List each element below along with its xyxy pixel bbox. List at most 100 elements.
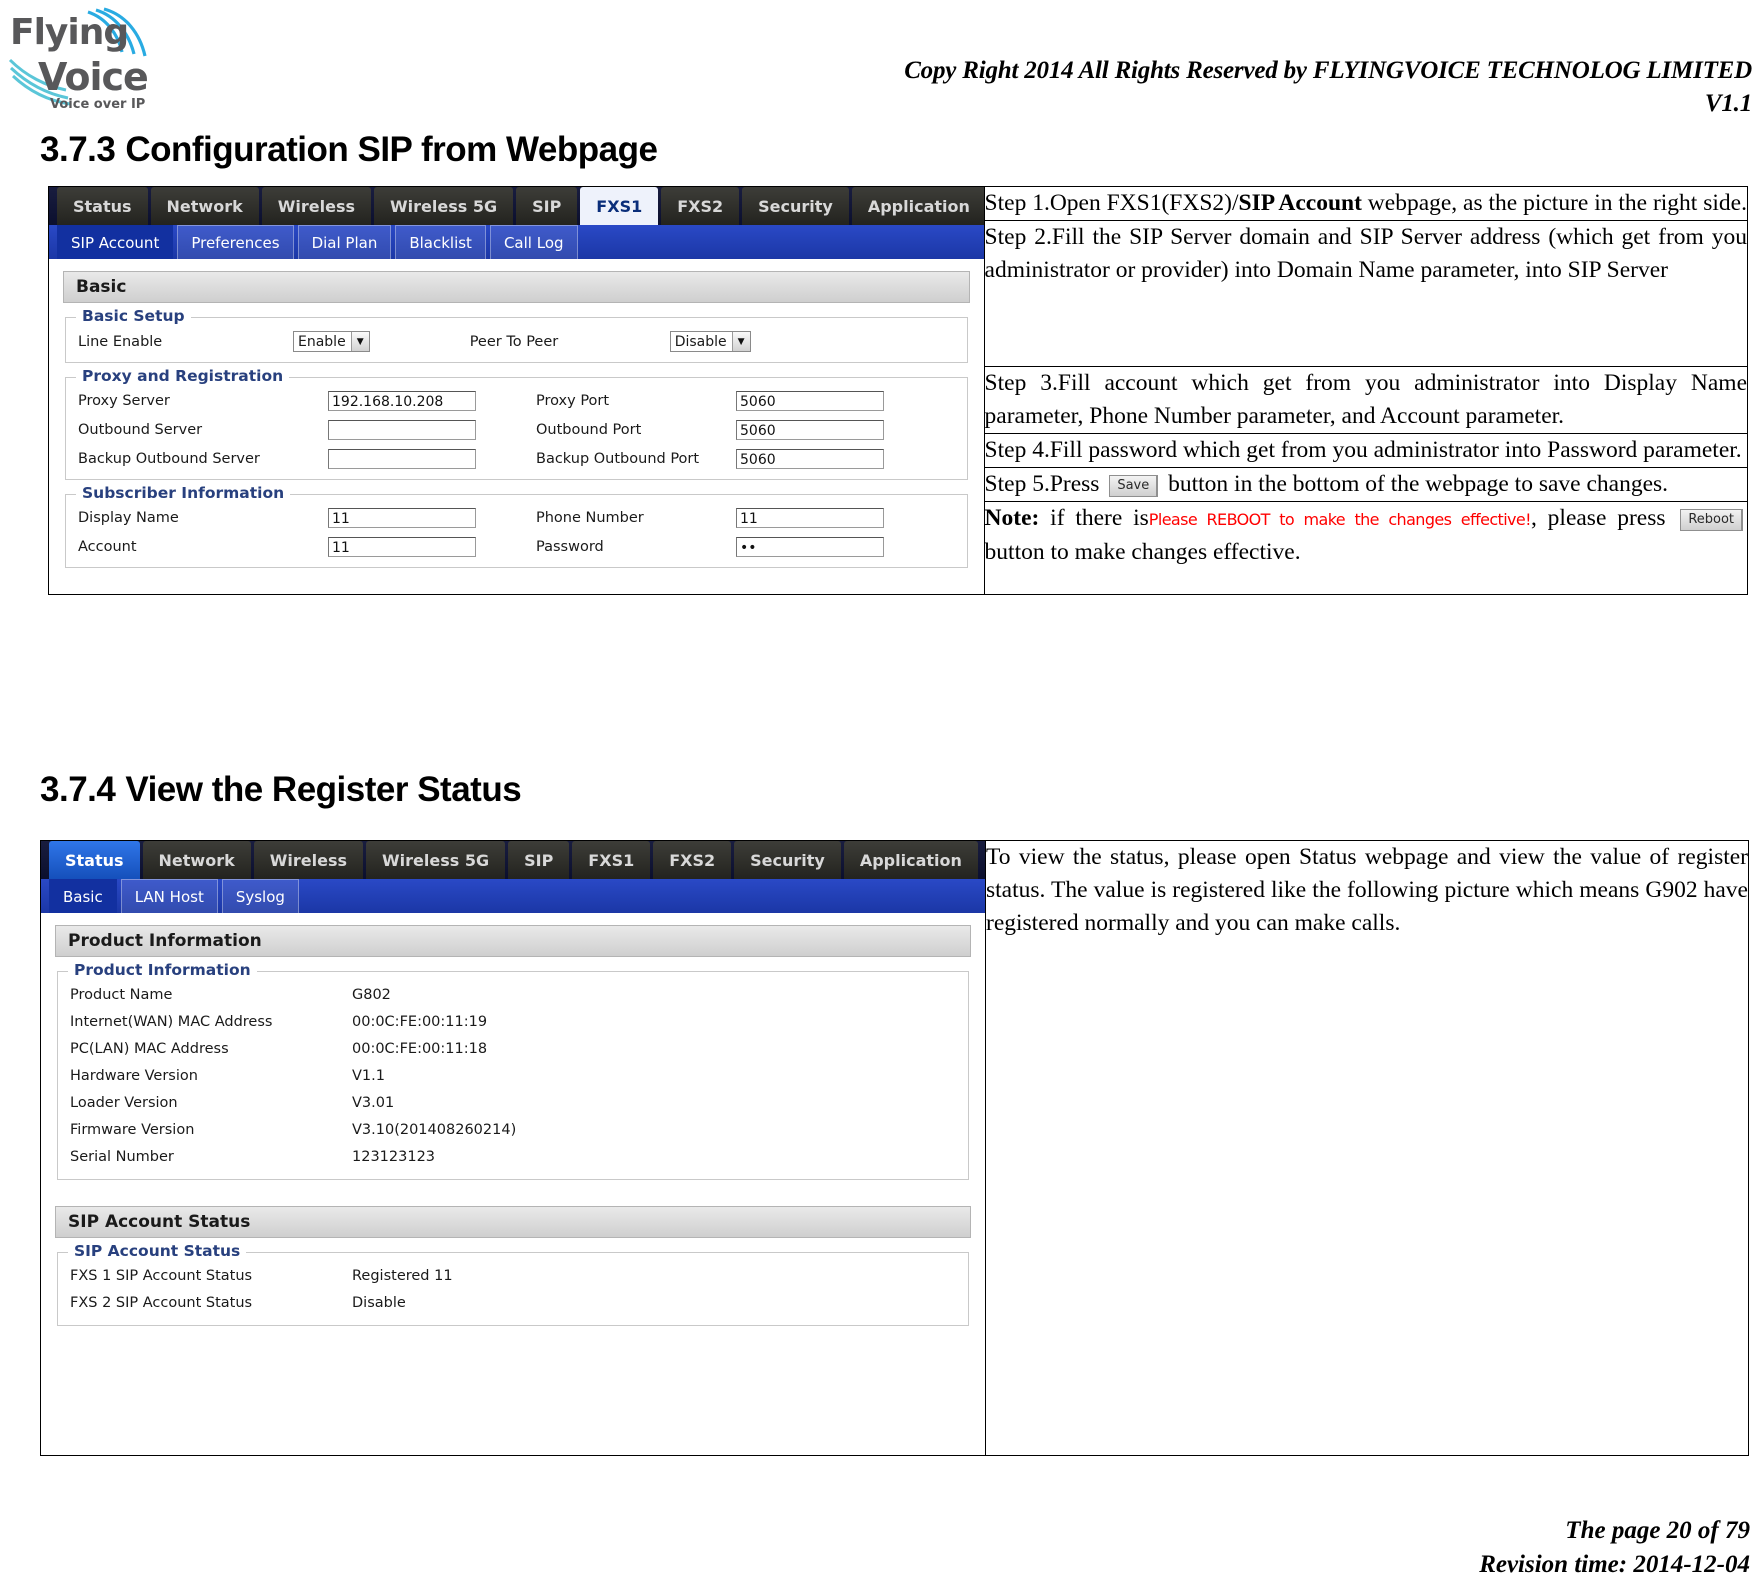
tab-sip[interactable]: SIP	[516, 187, 578, 225]
legend-sip-account-status: SIP Account Status	[68, 1242, 247, 1260]
page-footer: The page 20 of 79 Revision time: 2014-12…	[1479, 1514, 1750, 1582]
tab-wireless[interactable]: Wireless	[261, 187, 371, 225]
value-hardware-version: V1.1	[352, 1068, 385, 1084]
row-outbound-server: Outbound Server Outbound Port 5060	[78, 420, 955, 440]
step-5-text-b: button in the bottom of the webpage to s…	[1168, 471, 1669, 497]
tab-wireless-5g[interactable]: Wireless 5G	[366, 841, 506, 879]
label-password: Password	[536, 539, 604, 555]
tab-sip[interactable]: SIP	[508, 841, 570, 879]
subtab-syslog[interactable]: Syslog	[221, 879, 299, 913]
row-wan-mac: Internet(WAN) MAC Address 00:0C:FE:00:11…	[70, 1014, 956, 1030]
legend-product-information: Product Information	[68, 961, 257, 979]
panel-title-basic: Basic	[63, 271, 970, 303]
table-row: Status Network Wireless Wireless 5G SIP …	[40, 840, 1749, 1456]
reboot-warning-text: Please REBOOT to make the changes effect…	[1148, 510, 1532, 529]
step-1-cell: Step 1.Open FXS1(FXS2)/SIP Account webpa…	[983, 186, 1749, 221]
subtab-lan-host[interactable]: LAN Host	[120, 879, 218, 913]
tab-wireless[interactable]: Wireless	[253, 841, 363, 879]
tab-security[interactable]: Security	[734, 841, 841, 879]
input-outbound-port[interactable]: 5060	[736, 420, 884, 440]
row-product-name: Product Name G802	[70, 987, 956, 1003]
panel-title-sip-account-status: SIP Account Status	[55, 1206, 971, 1238]
note-text-a: if there is	[1050, 505, 1149, 531]
key-wan-mac: Internet(WAN) MAC Address	[70, 1014, 273, 1030]
input-display-name[interactable]: 11	[328, 508, 476, 528]
tab-security[interactable]: Security	[742, 187, 849, 225]
fieldset-sip-account-status: SIP Account Status FXS 1 SIP Account Sta…	[57, 1242, 969, 1326]
label-display-name: Display Name	[78, 510, 179, 526]
value-fxs1-status: Registered 11	[352, 1268, 453, 1284]
subtab-dial-plan[interactable]: Dial Plan	[297, 225, 392, 259]
label-proxy-server: Proxy Server	[78, 393, 170, 409]
tab-application[interactable]: Application	[851, 187, 984, 225]
label-outbound-port: Outbound Port	[536, 422, 642, 438]
fieldset-product-information: Product Information Product Name G802 In…	[57, 961, 969, 1180]
input-outbound-server[interactable]	[328, 420, 476, 440]
label-peer-to-peer: Peer To Peer	[469, 333, 559, 350]
page-number: The page 20 of 79	[1565, 1517, 1750, 1544]
label-outbound-server: Outbound Server	[78, 422, 203, 438]
router-sub-nav-status: Basic LAN Host Syslog	[41, 879, 985, 913]
section-number-374: 3.7.4	[40, 770, 116, 809]
tab-status[interactable]: Status	[57, 187, 148, 225]
router-main-nav: Status Network Wireless Wireless 5G SIP …	[49, 187, 984, 225]
subtab-blacklist[interactable]: Blacklist	[395, 225, 486, 259]
router-web-ui-status: Status Network Wireless Wireless 5G SIP …	[41, 841, 985, 1346]
input-proxy-server[interactable]: 192.168.10.208	[328, 391, 476, 411]
value-fxs2-status: Disable	[352, 1295, 406, 1311]
label-line-enable: Line Enable	[78, 333, 163, 350]
tab-fxs1[interactable]: FXS1	[572, 841, 651, 879]
key-firmware-version: Firmware Version	[70, 1122, 195, 1138]
step-1-text-b: webpage, as the picture in the right sid…	[1361, 190, 1747, 216]
tab-fxs1[interactable]: FXS1	[580, 187, 659, 225]
select-peer-to-peer[interactable]: Disable ▼	[669, 331, 751, 352]
legend-basic-setup: Basic Setup	[76, 307, 191, 325]
legend-proxy-registration: Proxy and Registration	[76, 367, 290, 385]
subtab-preferences[interactable]: Preferences	[177, 225, 294, 259]
tab-network[interactable]: Network	[150, 187, 259, 225]
label-proxy-port: Proxy Port	[536, 393, 610, 409]
reboot-button[interactable]: Reboot	[1680, 508, 1744, 531]
input-account[interactable]: 11	[328, 537, 476, 557]
router-web-ui-sip: Status Network Wireless Wireless 5G SIP …	[49, 187, 984, 588]
row-serial-number: Serial Number 123123123	[70, 1149, 956, 1165]
chevron-down-icon: ▼	[350, 332, 369, 351]
key-hardware-version: Hardware Version	[70, 1068, 198, 1084]
sip-account-screenshot-cell: Status Network Wireless Wireless 5G SIP …	[48, 186, 985, 595]
label-phone-number: Phone Number	[536, 510, 644, 526]
input-proxy-port[interactable]: 5060	[736, 391, 884, 411]
tab-fxs2[interactable]: FXS2	[661, 187, 740, 225]
table-row: Status Network Wireless Wireless 5G SIP …	[48, 186, 1749, 595]
subtab-basic[interactable]: Basic	[49, 879, 117, 913]
panel-title-product-information: Product Information	[55, 925, 971, 957]
row-fxs2-status: FXS 2 SIP Account Status Disable	[70, 1295, 956, 1311]
subtab-call-log[interactable]: Call Log	[489, 225, 578, 259]
subtab-sip-account[interactable]: SIP Account	[57, 225, 174, 259]
select-line-enable[interactable]: Enable ▼	[293, 331, 370, 352]
step-4-cell: Step 4.Fill password which get from you …	[983, 433, 1749, 468]
input-phone-number[interactable]: 11	[736, 508, 884, 528]
page-header: Flying Voice Voice over IP Copy Right 20…	[0, 0, 1760, 128]
note-text-c: button to make changes effective.	[984, 539, 1301, 565]
input-backup-outbound-server[interactable]	[328, 449, 476, 469]
tab-application[interactable]: Application	[843, 841, 978, 879]
row-lan-mac: PC(LAN) MAC Address 00:0C:FE:00:11:18	[70, 1041, 956, 1057]
value-product-name: G802	[352, 987, 391, 1003]
tab-fxs2[interactable]: FXS2	[653, 841, 732, 879]
label-backup-outbound-port: Backup Outbound Port	[536, 451, 700, 467]
section-heading-373: 3.7.3 Configuration SIP from Webpage	[40, 130, 658, 170]
tab-status[interactable]: Status	[49, 841, 140, 879]
save-button[interactable]: Save	[1109, 474, 1159, 497]
note-label: Note:	[984, 505, 1040, 531]
row-account: Account 11 Password ••	[78, 537, 955, 557]
revision-time: Revision time: 2014-12-04	[1479, 1551, 1750, 1578]
tab-network[interactable]: Network	[142, 841, 251, 879]
input-backup-outbound-port[interactable]: 5060	[736, 449, 884, 469]
input-password[interactable]: ••	[736, 537, 884, 557]
status-table: Status Network Wireless Wireless 5G SIP …	[40, 840, 1749, 1456]
note-cell: Note: if there isPlease REBOOT to make t…	[983, 501, 1749, 595]
copyright-text: Copy Right 2014 All Rights Reserved by F…	[904, 57, 1752, 84]
step-5-text-a: Step 5.Press	[984, 471, 1100, 497]
status-screenshot-cell: Status Network Wireless Wireless 5G SIP …	[40, 840, 986, 1456]
tab-wireless-5g[interactable]: Wireless 5G	[374, 187, 514, 225]
